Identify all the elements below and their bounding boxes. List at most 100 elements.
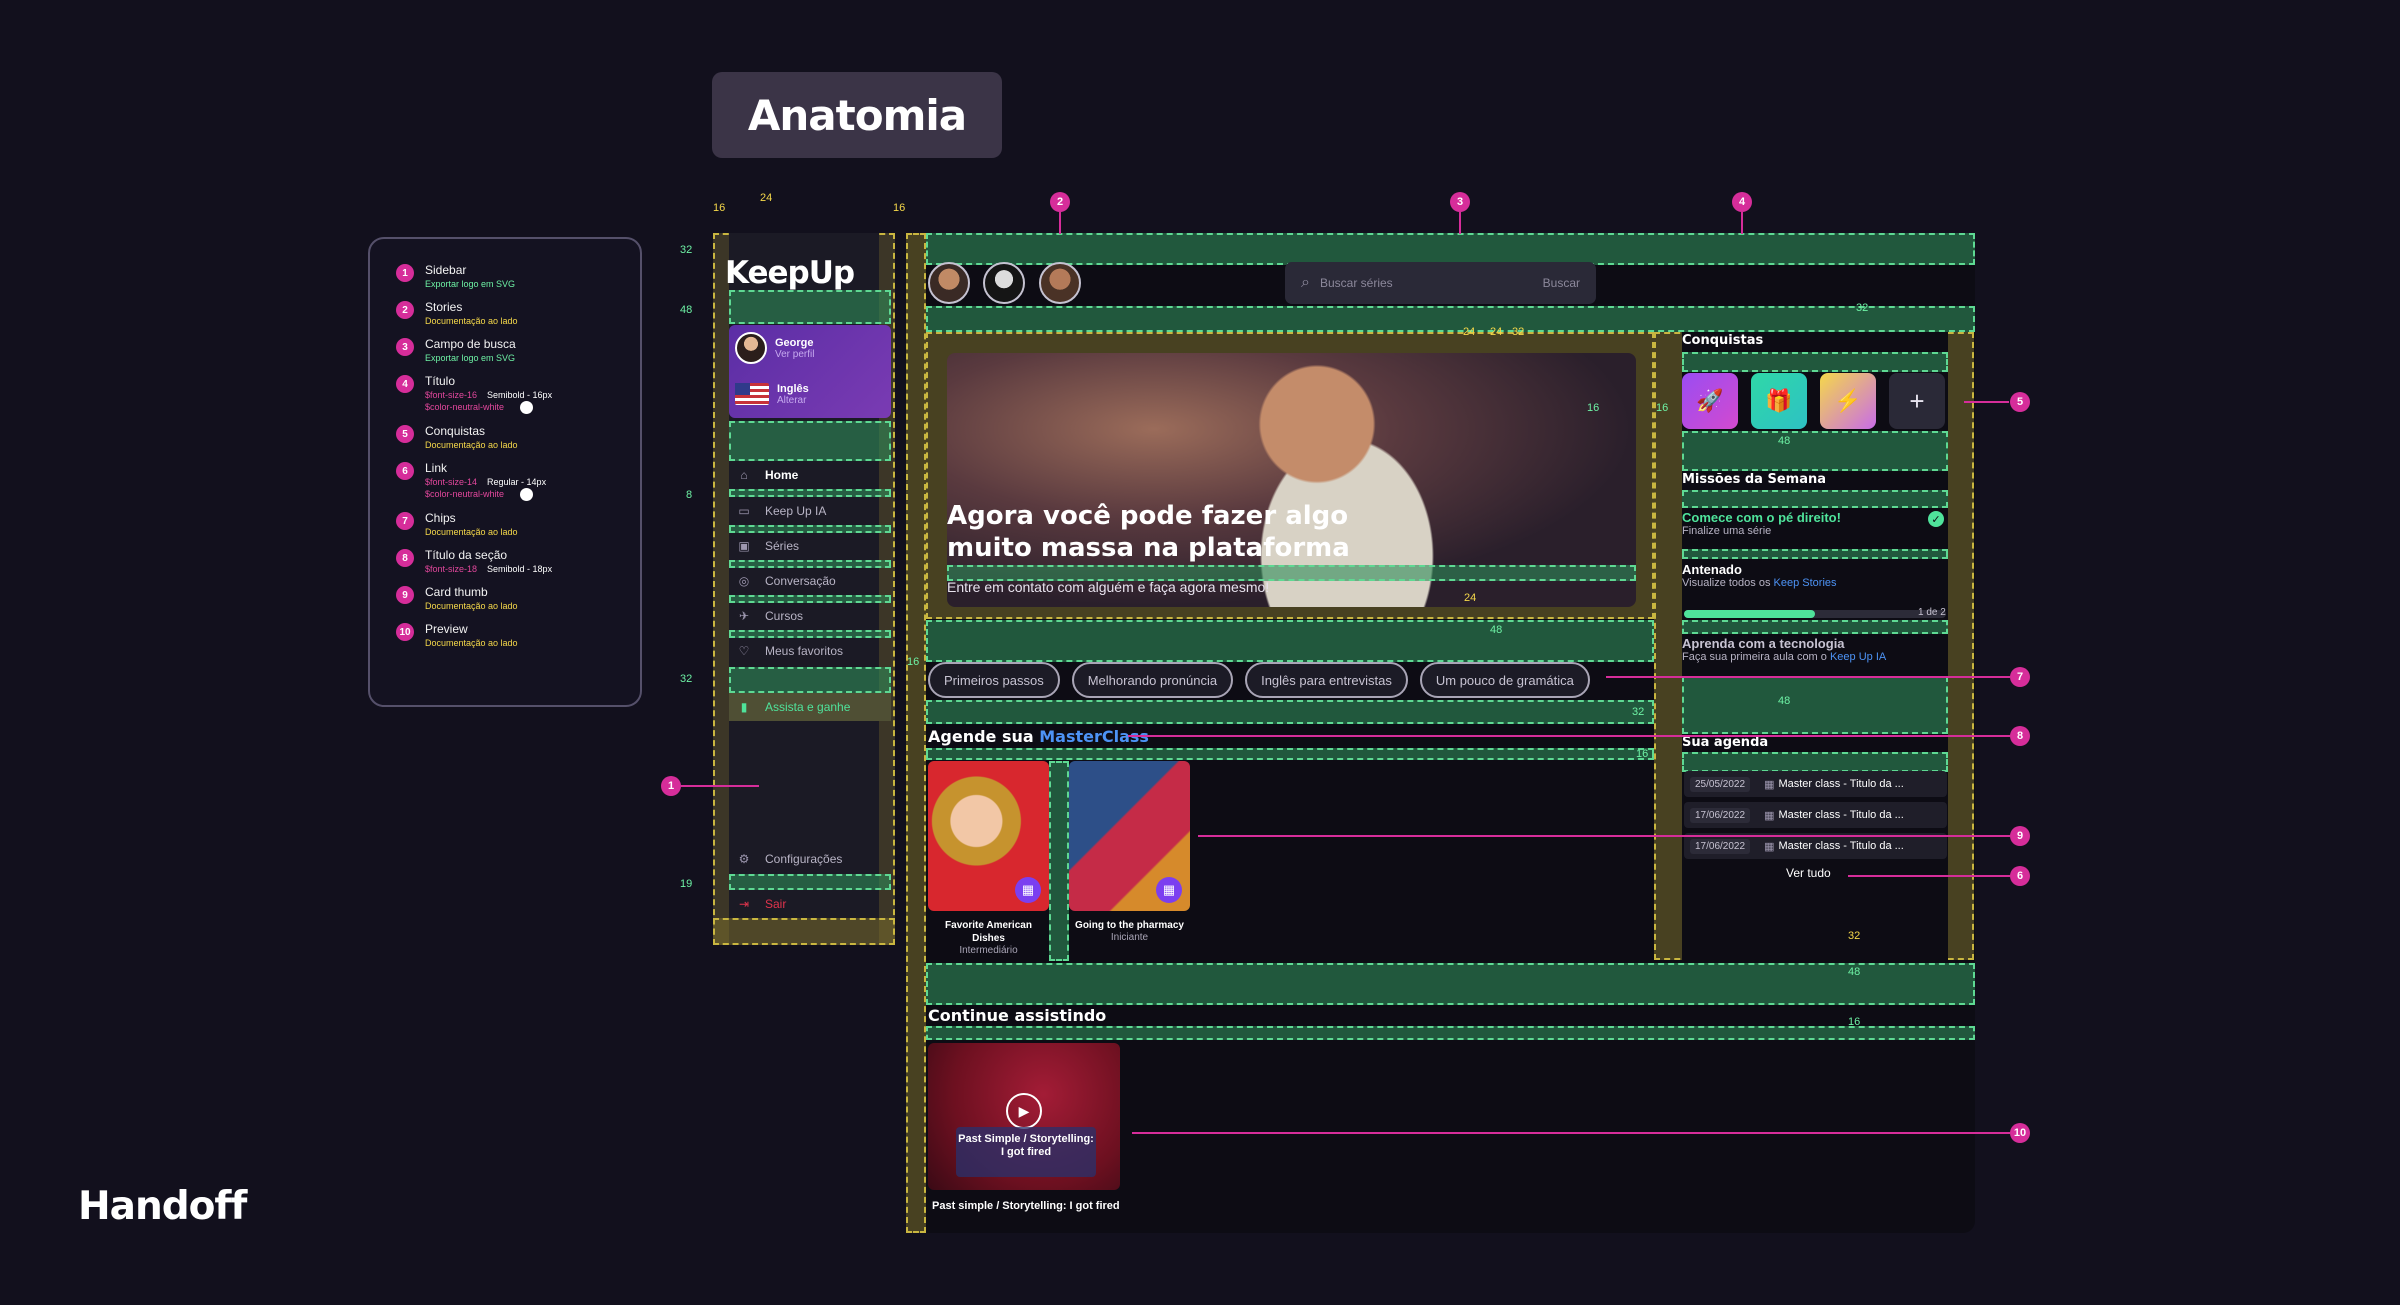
- card-thumb[interactable]: ▦ Going to the pharmacy Iniciante: [1069, 761, 1190, 943]
- mission-title: Aprenda com a tecnologia: [1682, 636, 1845, 651]
- spacing-label: 32: [1856, 302, 1869, 314]
- legend-number: 7: [396, 512, 414, 530]
- legend-panel: 1 Sidebar Exportar logo em SVG 2 Stories Doc…: [368, 237, 642, 707]
- agenda-label: Master class - Titulo da ...: [1778, 809, 1904, 821]
- sidebar-item-keepup-ia[interactable]: ▭ Keep Up IA: [729, 497, 891, 525]
- legend-token: $color-neutral-white: [425, 402, 505, 412]
- sidebar-item-series[interactable]: ▣ Séries: [729, 532, 891, 560]
- achievements-title: Conquistas: [1682, 333, 1764, 348]
- legend-title: Sidebar: [425, 263, 467, 277]
- legend-item: 1 Sidebar Exportar logo em SVG: [396, 263, 640, 290]
- sidebar-item-label: Séries: [765, 539, 800, 553]
- preview-card[interactable]: ▶ Past Simple / Storytelling: I got fire…: [928, 1043, 1120, 1190]
- page-title: Anatomia: [712, 72, 1002, 158]
- mission-link[interactable]: Keep Up IA: [1830, 651, 1886, 663]
- profile-row[interactable]: George Ver perfil: [729, 325, 891, 371]
- profile-card[interactable]: George Ver perfil Inglês Alterar: [729, 325, 891, 418]
- language-row[interactable]: Inglês Alterar: [729, 371, 891, 417]
- handoff-brand: Handoff: [78, 1184, 247, 1229]
- legend-number: 3: [396, 338, 414, 356]
- spacing-label: 24: [1490, 326, 1503, 338]
- spacing-label: 16: [1636, 748, 1649, 760]
- card-thumb-image: ▦: [928, 761, 1049, 911]
- story-avatar[interactable]: [983, 262, 1025, 304]
- spacing-overlay: [729, 290, 891, 324]
- legend-number: 6: [396, 462, 414, 480]
- search-field[interactable]: ⌕ Buscar séries Buscar: [1285, 262, 1596, 304]
- mission-item[interactable]: Aprenda com a tecnologia Faça sua primei…: [1682, 636, 1948, 663]
- chip[interactable]: Melhorando pronúncia: [1071, 662, 1234, 698]
- chip[interactable]: Inglês para entrevistas: [1245, 662, 1408, 698]
- spacing-label: 16: [1587, 402, 1600, 414]
- search-button[interactable]: Buscar: [1543, 276, 1580, 290]
- add-badge-icon[interactable]: +: [1889, 373, 1945, 429]
- callout-line: [681, 785, 759, 787]
- agenda-date: 25/05/2022: [1690, 776, 1751, 792]
- legend-title: Conquistas: [425, 424, 486, 438]
- sidebar-item-label: Meus favoritos: [765, 644, 844, 658]
- check-icon: ✓: [1928, 511, 1944, 527]
- change-language-link[interactable]: Alterar: [777, 395, 809, 406]
- calendar-icon: ▦: [1764, 809, 1775, 822]
- calendar-icon[interactable]: ▦: [1015, 877, 1041, 903]
- mission-item[interactable]: Antenado Visualize todos os Keep Stories: [1682, 562, 1948, 589]
- spacing-overlay: [729, 489, 891, 497]
- color-swatch: [520, 488, 534, 501]
- keepup-logo: KeepUp: [725, 255, 855, 291]
- see-all-link[interactable]: Ver tudo: [1786, 866, 1831, 880]
- spacing-overlay: [1682, 490, 1948, 508]
- sidebar-item-label: Configurações: [765, 852, 843, 866]
- legend-sub: Exportar logo em SVG: [425, 353, 516, 363]
- card-level: Iniciante: [1110, 932, 1149, 943]
- bolt-badge-icon[interactable]: ⚡: [1820, 373, 1876, 429]
- legend-token: $font-size-16: [425, 390, 478, 400]
- agenda-label: Master class - Titulo da ...: [1778, 840, 1904, 852]
- chip[interactable]: Primeiros passos: [928, 662, 1060, 698]
- monitor-icon: ▭: [738, 504, 750, 518]
- spacing-label: 24: [1463, 326, 1476, 338]
- card-title: Going to the pharmacy: [1075, 920, 1184, 931]
- mission-subtitle: Visualize todos os: [1682, 577, 1774, 589]
- spacing-label: 32: [680, 244, 693, 256]
- legend-sub: Documentação ao lado: [425, 601, 518, 611]
- story-avatar[interactable]: [1039, 262, 1081, 304]
- sidebar-item-favoritos[interactable]: ♡ Meus favoritos: [729, 637, 891, 665]
- callout-marker: 6: [2010, 866, 2030, 886]
- spacing-label: 16: [1656, 402, 1669, 414]
- gift-icon: ▮: [740, 700, 748, 714]
- calendar-icon: ▦: [1764, 778, 1775, 791]
- callout-marker: 9: [2010, 826, 2030, 846]
- legend-sub: Documentação ao lado: [425, 440, 518, 450]
- calendar-icon[interactable]: ▦: [1156, 877, 1182, 903]
- agenda-title: Sua agenda: [1682, 735, 1769, 750]
- agenda-date: 17/06/2022: [1690, 838, 1751, 854]
- spacing-overlay: [926, 306, 1975, 332]
- spacing-overlay: [1682, 676, 1948, 734]
- sidebar-item-cursos[interactable]: ✈ Cursos: [729, 602, 891, 630]
- sidebar-item-home[interactable]: ⌂ Home: [729, 461, 891, 489]
- legend-number: 9: [396, 586, 414, 604]
- mission-link[interactable]: Keep Stories: [1774, 577, 1837, 589]
- legend-item: 5 Conquistas Documentação ao lado: [396, 424, 640, 451]
- mission-progress-fill: [1684, 610, 1815, 618]
- story-avatar[interactable]: [928, 262, 970, 304]
- mission-subtitle: Faça sua primeira aula com o: [1682, 651, 1830, 663]
- legend-title: Título da seção: [425, 548, 508, 562]
- callout-line: [1741, 212, 1743, 234]
- mission-item[interactable]: Comece com o pé direito! Finalize uma sé…: [1682, 510, 1948, 537]
- gift-badge-icon[interactable]: 🎁: [1751, 373, 1807, 429]
- legend-sub: Documentação ao lado: [425, 527, 518, 537]
- card-thumb[interactable]: ▦ Favorite American Dishes Intermediário: [928, 761, 1049, 956]
- profile-link[interactable]: Ver perfil: [775, 349, 814, 360]
- home-icon: ⌂: [740, 468, 748, 482]
- spacing-label: 24: [760, 192, 773, 204]
- rocket-icon: ✈: [738, 609, 750, 623]
- sidebar-item-assista-ganhe[interactable]: ▮ Assista e ganhe: [729, 693, 891, 721]
- chip[interactable]: Um pouco de gramática: [1419, 662, 1590, 698]
- rocket-badge-icon[interactable]: 🚀: [1682, 373, 1738, 429]
- sidebar-item-sair[interactable]: ⇥ Sair: [729, 890, 891, 918]
- sidebar-item-configuracoes[interactable]: ⚙ Configurações: [729, 845, 891, 873]
- agenda-item[interactable]: 25/05/2022 ▦ Master class - Titulo da ...: [1684, 771, 1947, 797]
- sidebar-item-conversacao[interactable]: ◎ Conversação: [729, 567, 891, 595]
- agenda-item[interactable]: 17/06/2022 ▦ Master class - Titulo da ...: [1684, 802, 1947, 828]
